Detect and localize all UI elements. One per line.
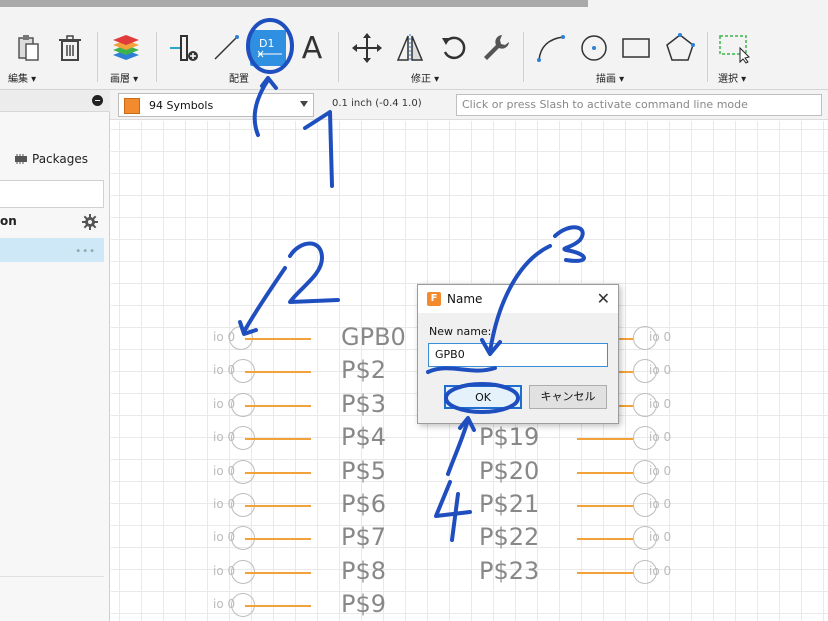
pin-io-label: io 0 [649, 330, 672, 344]
pin-name: P$5 [341, 456, 387, 485]
pin-io-label: io 0 [649, 396, 672, 411]
package-icon [15, 154, 27, 164]
panel-close-icon[interactable]: − [92, 95, 103, 106]
pin-name: P$20 [479, 456, 540, 485]
polygon-icon[interactable] [662, 30, 698, 66]
new-name-input[interactable]: GPB0 [428, 343, 608, 367]
pin-name: P$3 [341, 389, 387, 418]
app-icon: F [427, 292, 441, 306]
pin-name: P$4 [341, 423, 387, 452]
toolbar-divider [97, 32, 98, 82]
close-icon[interactable]: ✕ [597, 289, 610, 308]
title-strip [0, 0, 588, 7]
group-label-layers[interactable]: 画層 ▾ [110, 70, 138, 85]
pin-io-label: io 0 [649, 497, 672, 511]
pin-line[interactable] [577, 505, 633, 507]
command-line-input[interactable]: Click or press Slash to activate command… [456, 94, 822, 116]
text-tool-icon[interactable]: A [294, 30, 330, 66]
pin-line[interactable] [245, 605, 311, 608]
dialog-body: New name: GPB0 OK キャンセル [418, 313, 618, 423]
pin-name: P$6 [341, 490, 387, 518]
wrench-icon[interactable] [478, 30, 514, 66]
parameter-bar: 94 Symbols 0.1 inch (-0.4 1.0) Click or … [110, 90, 828, 120]
row-menu-icon[interactable]: ••• [75, 246, 96, 257]
toolbar-divider [338, 32, 339, 82]
packages-tab[interactable]: Packages [14, 152, 88, 166]
pin-line[interactable] [245, 571, 311, 574]
pin-line[interactable] [245, 505, 311, 507]
coordinate-readout: 0.1 inch (-0.4 1.0) [332, 98, 422, 109]
name-tool-text: D1 [259, 37, 274, 50]
arc-icon[interactable] [533, 30, 569, 66]
name-tool-icon[interactable]: D1 [250, 30, 286, 66]
toolbar-divider [523, 32, 524, 82]
group-label-place[interactable]: 配置 [229, 70, 249, 85]
group-label-draw[interactable]: 描画 ▾ [596, 70, 624, 85]
layer-name: 94 Symbols [149, 99, 214, 112]
pin-line[interactable] [577, 438, 633, 441]
pin-line[interactable] [577, 538, 633, 541]
pin-line[interactable] [245, 371, 311, 374]
dialog-titlebar[interactable]: F Name ✕ [418, 285, 618, 313]
pin-io-label: io 0 [649, 563, 672, 578]
pin-name: P$9 [341, 590, 387, 619]
toolbar: 編集 ▾ 画層 ▾ D1 A 配置 修正 ▾ 描画 ▾ 選択 ▾ [0, 0, 828, 90]
new-name-label: New name: [429, 325, 492, 338]
layers-icon[interactable] [108, 30, 144, 66]
pin-name: GPB0 [341, 323, 406, 351]
name-dialog: F Name ✕ New name: GPB0 OK キャンセル [417, 284, 619, 424]
left-panel: − Packages on ••• [0, 90, 110, 621]
rotate-icon[interactable] [436, 30, 472, 66]
pin-line[interactable] [245, 471, 311, 474]
gear-icon[interactable] [82, 214, 98, 230]
group-label-select[interactable]: 選択 ▾ [718, 70, 746, 85]
group-label-edit[interactable]: 編集 ▾ [8, 70, 36, 85]
packages-label: Packages [32, 152, 88, 166]
select-icon[interactable] [716, 30, 752, 66]
group-label-modify[interactable]: 修正 ▾ [411, 70, 439, 85]
pin-io-label: io 0 [649, 430, 672, 445]
pin-name: P$23 [479, 556, 540, 585]
ok-button[interactable]: OK [444, 385, 522, 409]
panel-header: − [0, 90, 110, 112]
panel-footer [0, 576, 104, 621]
list-item-selected[interactable]: ••• [0, 238, 104, 262]
pin-io-label: io 0 [649, 530, 672, 545]
pin-line[interactable] [577, 571, 633, 574]
move-icon[interactable] [349, 30, 385, 66]
pin-io-label: io 0 [649, 463, 672, 478]
rectangle-icon[interactable] [618, 30, 654, 66]
toolbar-divider [156, 32, 157, 82]
pin-line[interactable] [245, 438, 311, 441]
cancel-button[interactable]: キャンセル [529, 385, 607, 409]
layer-color-swatch [124, 98, 140, 114]
pin-line[interactable] [245, 404, 311, 407]
mirror-icon[interactable] [392, 30, 428, 66]
pin-io-label: io 0 [649, 363, 672, 378]
column-header: on [0, 214, 104, 236]
wire-icon[interactable] [208, 30, 244, 66]
pin-line[interactable] [577, 471, 633, 474]
pin-name: P$2 [341, 356, 387, 385]
pin-name: P$8 [341, 556, 387, 585]
pin-line[interactable] [245, 338, 311, 340]
pin-name: P$22 [479, 523, 540, 552]
dialog-title: Name [447, 292, 483, 306]
pin-name: P$19 [479, 423, 540, 452]
dropdown-arrow-icon [300, 101, 308, 107]
panel-search-input[interactable] [0, 180, 104, 208]
delete-icon[interactable] [52, 30, 88, 66]
layer-dropdown[interactable]: 94 Symbols [118, 93, 314, 117]
pin-line[interactable] [245, 538, 311, 541]
circle-icon[interactable] [576, 30, 612, 66]
pin-name: P$21 [479, 490, 540, 518]
paste-icon[interactable] [10, 30, 46, 66]
pin-name: P$7 [341, 523, 387, 552]
column-header-label: on [0, 214, 17, 228]
text-tool-glyph: A [301, 30, 323, 66]
pin-add-icon[interactable] [166, 30, 202, 66]
toolbar-divider [707, 32, 708, 82]
